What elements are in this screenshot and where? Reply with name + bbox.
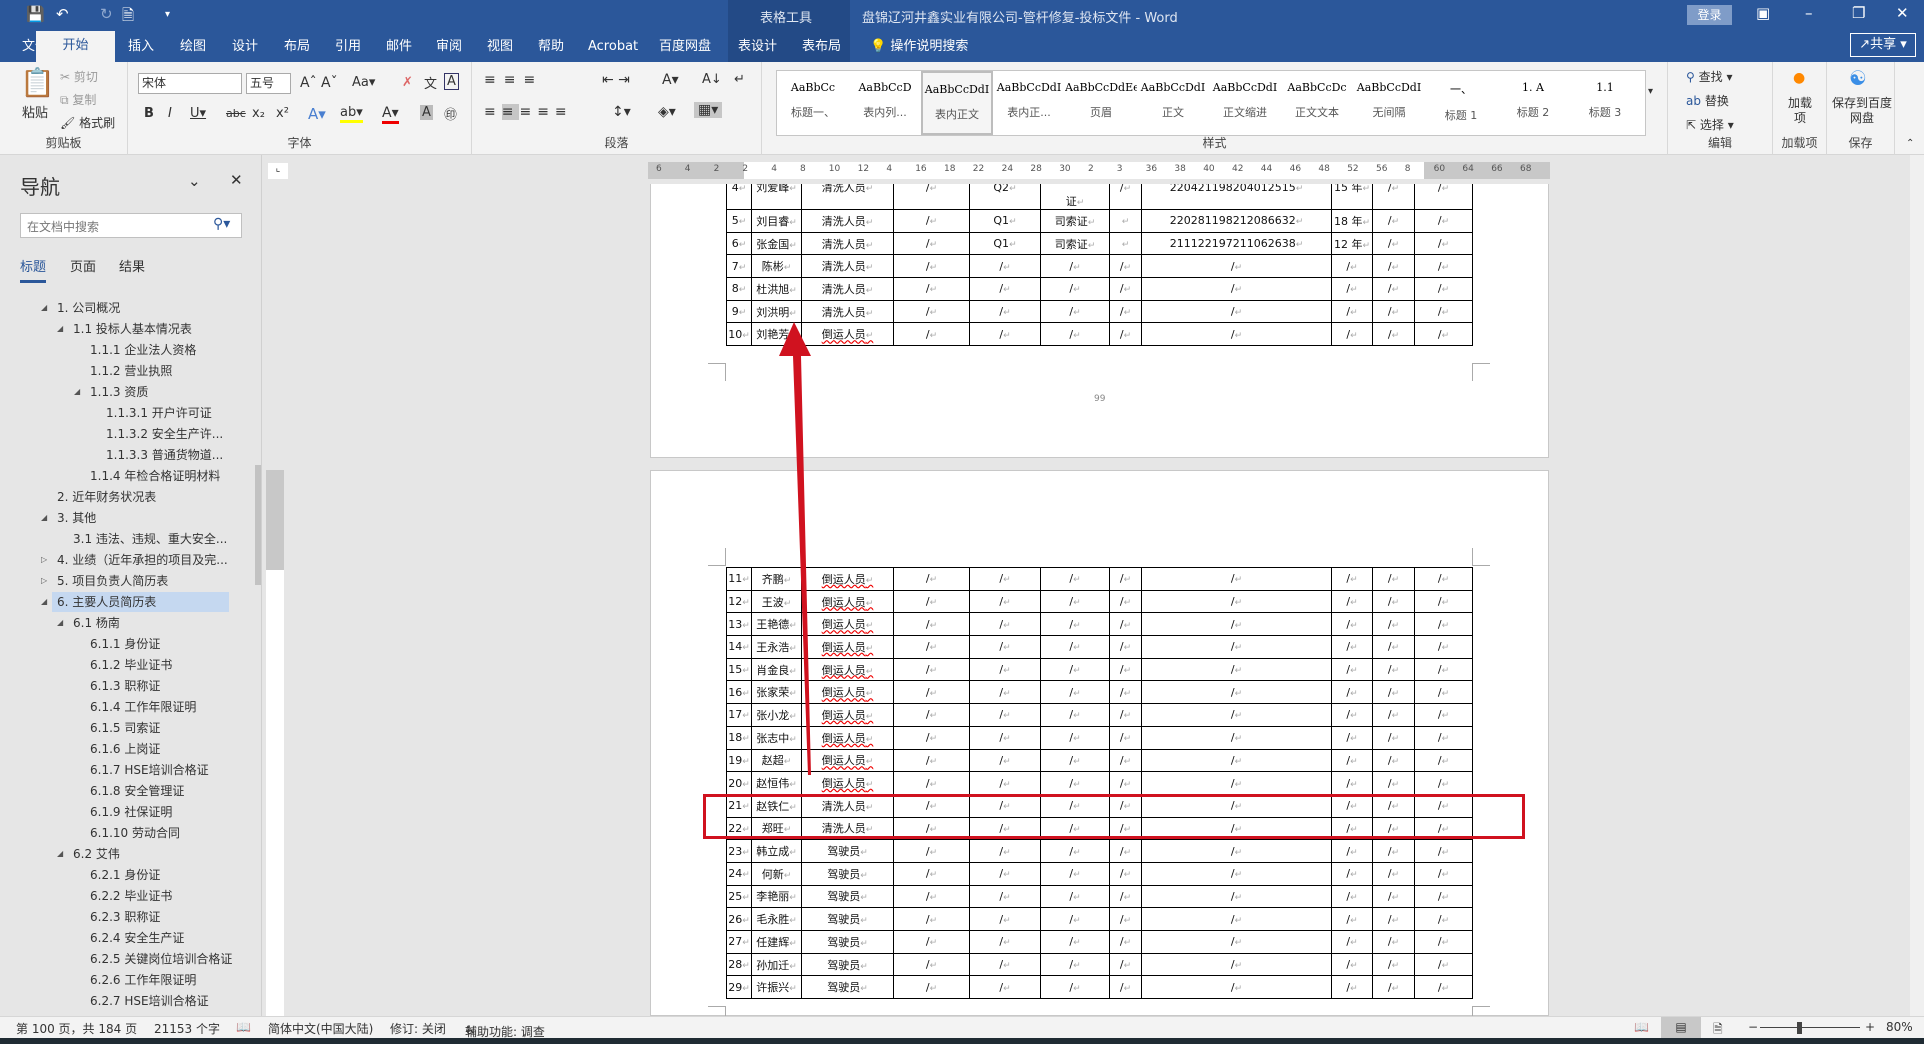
highlight-box-rows-21-22 [703, 794, 1525, 839]
red-arrow-annotation [779, 322, 811, 775]
arrow-icon [779, 322, 811, 775]
